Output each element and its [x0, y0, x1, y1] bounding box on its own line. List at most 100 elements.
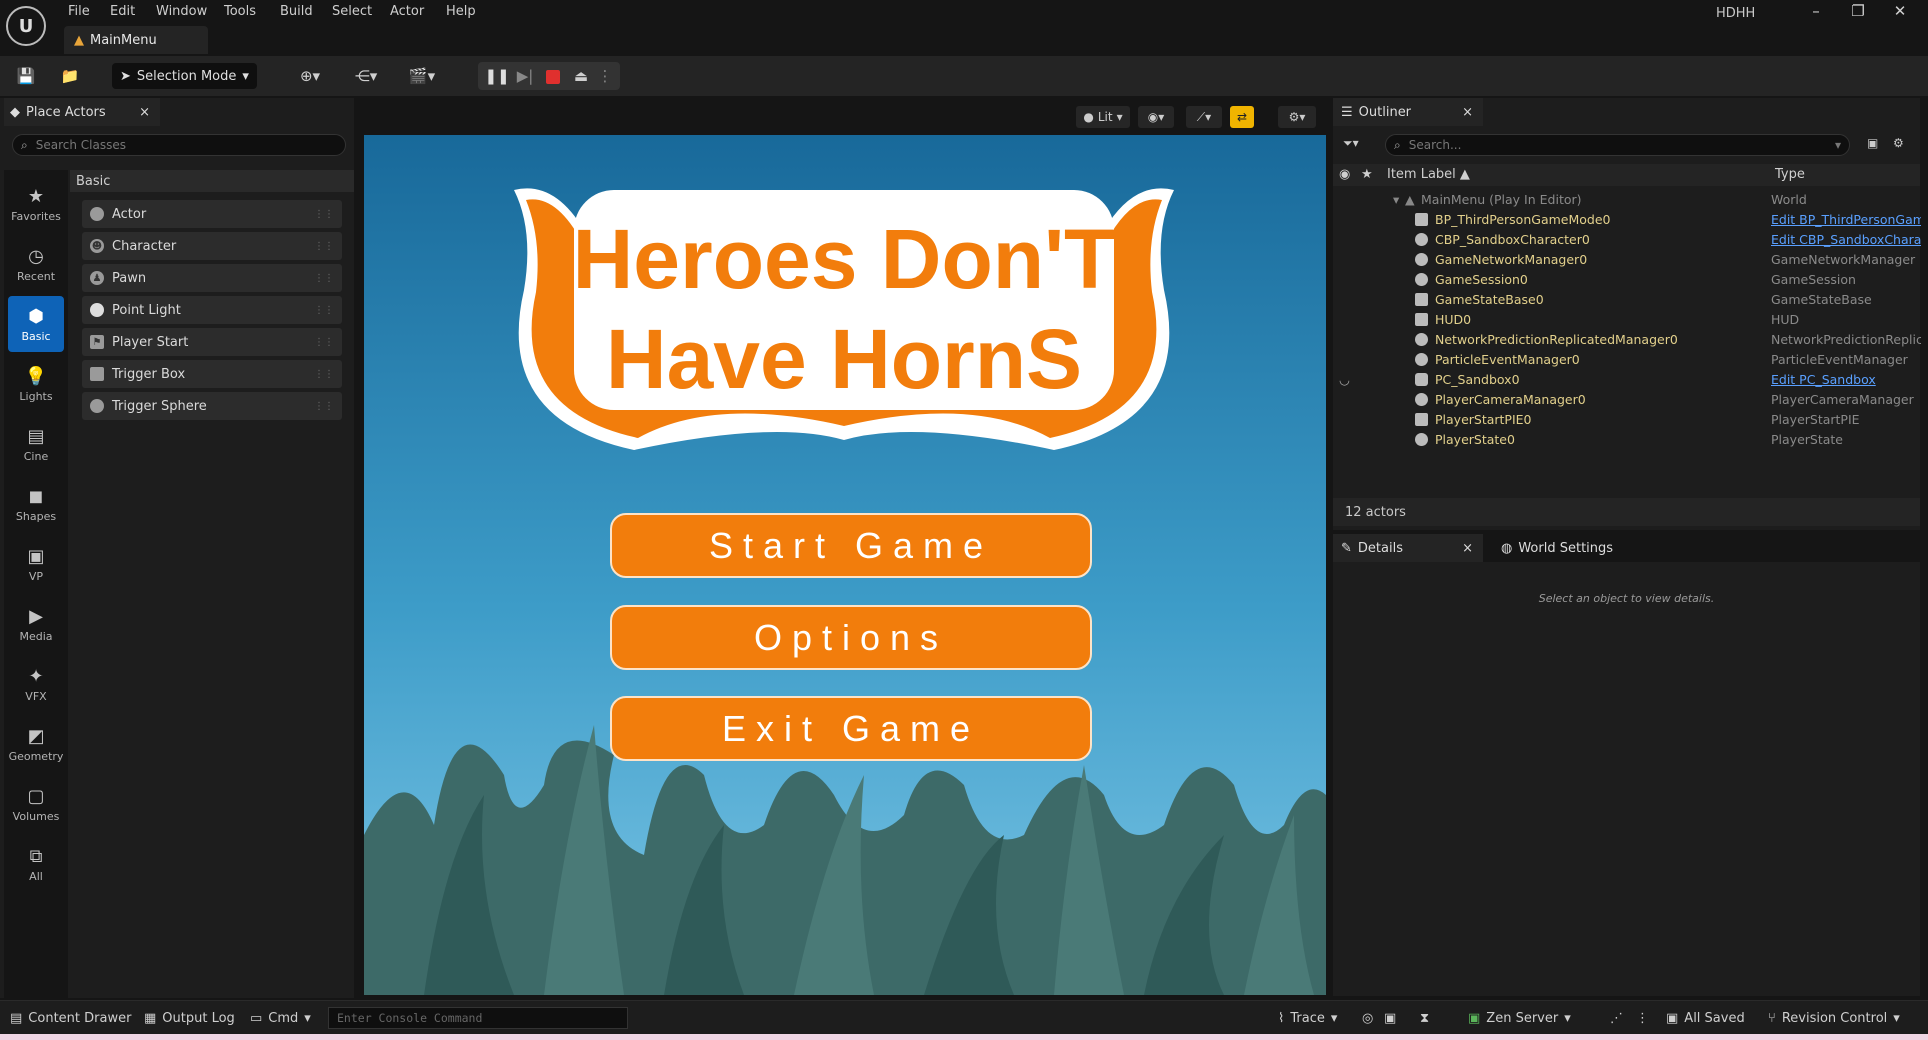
- outliner-row-root[interactable]: ▾ ▲ MainMenu (Play In Editor) World: [1333, 190, 1920, 210]
- row-type-link[interactable]: Edit PC_Sandbox: [1771, 372, 1921, 387]
- blueprint-icon[interactable]: ⋲▾: [346, 64, 386, 88]
- menu-actor[interactable]: Actor: [384, 2, 430, 21]
- cmd-dropdown[interactable]: ▭ Cmd ▾: [250, 1001, 311, 1035]
- revision-control-dropdown[interactable]: ⑂ Revision Control ▾: [1768, 1001, 1900, 1035]
- filter-icon[interactable]: ⏷▾: [1343, 136, 1359, 151]
- record-icon[interactable]: ◎: [1362, 1001, 1373, 1035]
- close-tab-icon[interactable]: ×: [139, 105, 150, 120]
- game-viewport[interactable]: Heroes Don'T Have HornS Start Game Optio…: [364, 135, 1326, 995]
- actor-item-character[interactable]: ☻ Character ⋮⋮: [82, 232, 342, 260]
- menu-help[interactable]: Help: [440, 2, 482, 21]
- zen-server-dropdown[interactable]: ▣ Zen Server ▾: [1468, 1001, 1571, 1035]
- search-classes-input[interactable]: ⌕ Search Classes: [12, 134, 346, 156]
- category-favorites[interactable]: ★ Favorites: [8, 176, 64, 232]
- eye-closed-icon[interactable]: ◡: [1339, 372, 1350, 387]
- output-log-button[interactable]: ▦ Output Log: [144, 1001, 235, 1035]
- content-drawer-button[interactable]: ▤ Content Drawer: [10, 1001, 131, 1035]
- trace-dropdown[interactable]: ⌇ Trace ▾: [1278, 1001, 1337, 1035]
- category-cine[interactable]: ▤ Cine: [8, 416, 64, 472]
- actor-item-player-start[interactable]: ⚑ Player Start ⋮⋮: [82, 328, 342, 356]
- category-vp[interactable]: ▣ VP: [8, 536, 64, 592]
- options-button[interactable]: Options: [610, 605, 1092, 670]
- console-command-input[interactable]: Enter Console Command: [328, 1007, 628, 1029]
- add-folder-icon[interactable]: ▣: [1867, 136, 1878, 150]
- visibility-icon[interactable]: ◉: [1339, 167, 1350, 182]
- category-all[interactable]: ⧉ All: [8, 836, 64, 892]
- category-vfx[interactable]: ✦ VFX: [8, 656, 64, 712]
- menu-edit[interactable]: Edit: [104, 2, 141, 21]
- actor-item-trigger-sphere[interactable]: Trigger Sphere ⋮⋮: [82, 392, 342, 420]
- hourglass-icon[interactable]: ⧗: [1420, 1001, 1429, 1035]
- category-basic[interactable]: ⬢ Basic: [8, 296, 64, 352]
- minimize-icon[interactable]: –: [1796, 2, 1836, 20]
- gear-icon[interactable]: ⚙: [1893, 136, 1904, 150]
- viewport-settings-button[interactable]: ⚙▾: [1278, 106, 1316, 128]
- menu-file[interactable]: File: [62, 2, 96, 21]
- selection-mode-dropdown[interactable]: ➤ Selection Mode ▾: [112, 63, 257, 89]
- outliner-row[interactable]: PlayerStartPIE0 PlayerStartPIE: [1333, 410, 1920, 430]
- eject-icon[interactable]: ⏏: [570, 64, 592, 88]
- show-flags-button[interactable]: ◉▾: [1138, 106, 1174, 128]
- outliner-row[interactable]: ParticleEventManager0 ParticleEventManage…: [1333, 350, 1920, 370]
- more-options-icon[interactable]: ⋮: [598, 64, 613, 88]
- category-shapes[interactable]: ◼ Shapes: [8, 476, 64, 532]
- category-volumes[interactable]: ▢ Volumes: [8, 776, 64, 832]
- outliner-tab[interactable]: ☰ Outliner ×: [1333, 98, 1483, 126]
- close-tab-icon[interactable]: ×: [1462, 105, 1473, 120]
- outliner-row[interactable]: GameStateBase0 GameStateBase: [1333, 290, 1920, 310]
- outliner-row[interactable]: ◡ PC_Sandbox0 Edit PC_Sandbox: [1333, 370, 1920, 390]
- pause-icon[interactable]: ❚❚: [484, 64, 509, 88]
- actor-item-point-light[interactable]: Point Light ⋮⋮: [82, 296, 342, 324]
- outliner-row[interactable]: NetworkPredictionReplicatedManager0 Netwo…: [1333, 330, 1921, 350]
- close-window-icon[interactable]: ✕: [1880, 2, 1920, 20]
- menu-tools[interactable]: Tools: [218, 2, 262, 21]
- world-settings-tab[interactable]: ◍ World Settings: [1493, 534, 1653, 562]
- outliner-row[interactable]: PlayerState0 PlayerState: [1333, 430, 1920, 450]
- outliner-row[interactable]: GameNetworkManager0 GameNetworkManager: [1333, 250, 1920, 270]
- more-options-icon[interactable]: ⋮: [1636, 1001, 1649, 1035]
- collapse-icon[interactable]: ▾: [1393, 192, 1399, 207]
- start-game-button[interactable]: Start Game: [610, 513, 1092, 578]
- document-tab-mainmenu[interactable]: ▲ MainMenu: [64, 26, 208, 54]
- cinematics-icon[interactable]: 🎬▾: [402, 64, 442, 88]
- close-tab-icon[interactable]: ×: [1462, 541, 1473, 556]
- outliner-row[interactable]: BP_ThirdPersonGameMode0 Edit BP_ThirdPers…: [1333, 210, 1921, 230]
- outliner-search-input[interactable]: ⌕ Search... ▾: [1385, 134, 1850, 156]
- outliner-row[interactable]: CBP_SandboxCharacter0 Edit CBP_SandboxCha…: [1333, 230, 1921, 250]
- menu-window[interactable]: Window: [150, 2, 213, 21]
- outliner-row[interactable]: PlayerCameraManager0 PlayerCameraManager: [1333, 390, 1920, 410]
- browse-content-icon[interactable]: 📁: [56, 64, 84, 88]
- actor-item-actor[interactable]: Actor ⋮⋮: [82, 200, 342, 228]
- add-actor-icon[interactable]: ⊕▾: [290, 64, 330, 88]
- details-tab[interactable]: ✎ Details ×: [1333, 534, 1483, 562]
- actor-item-pawn[interactable]: ♟ Pawn ⋮⋮: [82, 264, 342, 292]
- save-icon[interactable]: 💾: [14, 64, 38, 88]
- place-actors-tab[interactable]: ◆ Place Actors ×: [4, 98, 160, 126]
- outliner-row[interactable]: HUD0 HUD: [1333, 310, 1920, 330]
- column-item-label[interactable]: Item Label ▲: [1387, 167, 1470, 182]
- cursor-icon: ➤: [120, 68, 131, 84]
- actor-item-trigger-box[interactable]: Trigger Box ⋮⋮: [82, 360, 342, 388]
- category-lights[interactable]: 💡 Lights: [8, 356, 64, 412]
- column-type[interactable]: Type: [1775, 167, 1805, 182]
- pin-icon[interactable]: ★: [1361, 167, 1373, 182]
- all-saved-button[interactable]: ▣ All Saved: [1666, 1001, 1745, 1035]
- row-type-link[interactable]: Edit CBP_SandboxCharac: [1771, 232, 1921, 247]
- exit-game-button[interactable]: Exit Game: [610, 696, 1092, 761]
- step-frame-icon[interactable]: ▶|: [514, 64, 536, 88]
- restore-icon[interactable]: ❐: [1838, 2, 1878, 20]
- outliner-row[interactable]: GameSession0 GameSession: [1333, 270, 1920, 290]
- source-control-icon[interactable]: ⋰: [1610, 1001, 1623, 1035]
- menu-build[interactable]: Build: [274, 2, 319, 21]
- camera-icon[interactable]: ▣: [1384, 1001, 1396, 1035]
- unreal-logo-icon[interactable]: U: [6, 6, 46, 46]
- lit-mode-button[interactable]: ● Lit ▾: [1076, 106, 1130, 128]
- snap-settings-button[interactable]: ⟋▾: [1186, 106, 1222, 128]
- stop-icon[interactable]: [546, 70, 560, 84]
- category-recent[interactable]: ◷ Recent: [8, 236, 64, 292]
- category-media[interactable]: ▶ Media: [8, 596, 64, 652]
- menu-select[interactable]: Select: [326, 2, 378, 21]
- row-type-link[interactable]: Edit BP_ThirdPersonGam: [1771, 212, 1921, 227]
- realtime-toggle-button[interactable]: ⇄: [1230, 106, 1254, 128]
- category-geometry[interactable]: ◩ Geometry: [8, 716, 64, 772]
